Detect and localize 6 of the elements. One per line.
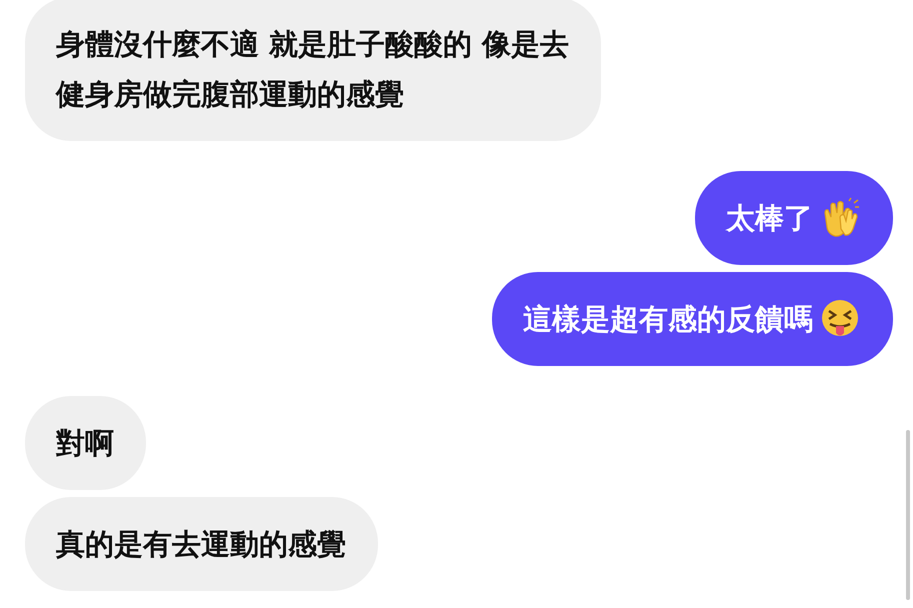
message-text: 這樣是超有感的反饋嗎: [523, 301, 813, 338]
scrollbar[interactable]: [906, 430, 910, 600]
message-text: 真的是有去運動的感覺: [56, 526, 346, 563]
message-text: 對啊: [56, 425, 114, 462]
message-text: 太棒了: [726, 200, 813, 237]
message-text: 身體沒什麼不適 就是肚子酸酸的 像是去 健身房做完腹部運動的感覺: [56, 26, 570, 113]
